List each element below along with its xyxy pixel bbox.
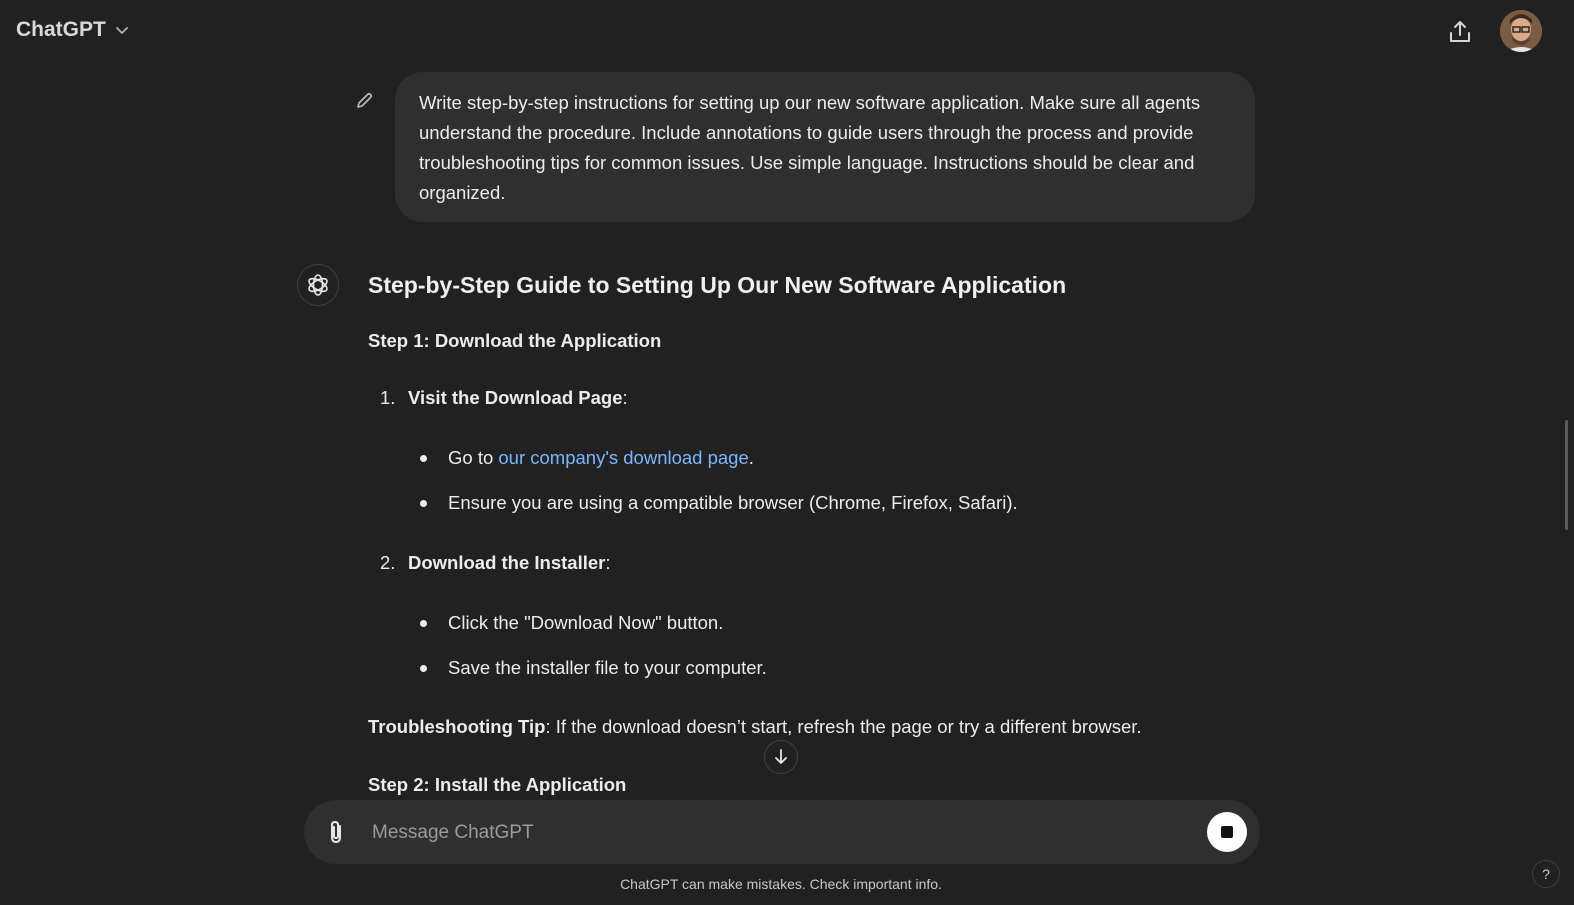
user-message-bubble: Write step-by-step instructions for sett… xyxy=(395,72,1255,222)
bullet-prefix: Go to xyxy=(448,447,499,468)
list-item-label: Visit the Download Page xyxy=(408,387,623,408)
disclaimer-text: ChatGPT can make mistakes. Check importa… xyxy=(620,876,942,892)
model-selector[interactable]: ChatGPT xyxy=(16,18,130,42)
list-number: 1. xyxy=(380,387,396,408)
troubleshooting-tip: Troubleshooting Tip: If the download doe… xyxy=(368,716,1142,738)
arrow-down-icon xyxy=(775,749,787,764)
download-page-link[interactable]: our company's download page xyxy=(498,447,748,468)
top-bar: ChatGPT xyxy=(0,0,1574,64)
paperclip-icon xyxy=(331,820,341,844)
edit-message-button[interactable] xyxy=(353,90,375,112)
step1-heading: Step 1: Download the Application xyxy=(368,330,662,351)
share-button[interactable] xyxy=(1444,16,1476,48)
tip-text: : If the download doesn’t start, refresh… xyxy=(545,716,1142,737)
bullet-dot xyxy=(420,665,427,672)
help-button[interactable]: ? xyxy=(1532,860,1560,888)
list-item: Click the "Download Now" button. xyxy=(448,612,724,633)
tip-label: Troubleshooting Tip xyxy=(368,716,546,737)
response-title: Step-by-Step Guide to Setting Up Our New… xyxy=(368,272,1067,298)
stop-generating-button[interactable] xyxy=(1207,812,1247,852)
share-upload-icon xyxy=(1450,21,1470,42)
list-item: Ensure you are using a compatible browse… xyxy=(448,492,1018,513)
bullet-dot xyxy=(420,620,427,627)
list-item: Download the Installer: xyxy=(408,552,611,573)
chevron-down-icon xyxy=(114,22,130,38)
pencil-icon xyxy=(357,92,373,108)
scrollbar[interactable] xyxy=(1565,420,1568,530)
stop-icon xyxy=(1221,826,1233,838)
user-avatar[interactable] xyxy=(1500,10,1542,52)
chatgpt-logo-icon xyxy=(297,264,339,306)
model-name: ChatGPT xyxy=(16,18,106,41)
scroll-to-bottom-button[interactable] xyxy=(764,740,798,774)
attach-button[interactable] xyxy=(322,818,350,846)
list-item: Go to our company's download page. xyxy=(448,447,754,469)
bullet-dot xyxy=(420,500,427,507)
bullet-suffix: . xyxy=(748,447,754,468)
list-item: Save the installer file to your computer… xyxy=(448,657,767,678)
message-input[interactable] xyxy=(370,812,1194,854)
message-composer xyxy=(304,800,1260,864)
list-number: 2. xyxy=(380,552,396,573)
list-item-label: Download the Installer xyxy=(408,552,606,573)
bullet-dot xyxy=(420,455,427,462)
list-item: Visit the Download Page: xyxy=(408,387,628,408)
step2-heading: Step 2: Install the Application xyxy=(368,774,627,795)
